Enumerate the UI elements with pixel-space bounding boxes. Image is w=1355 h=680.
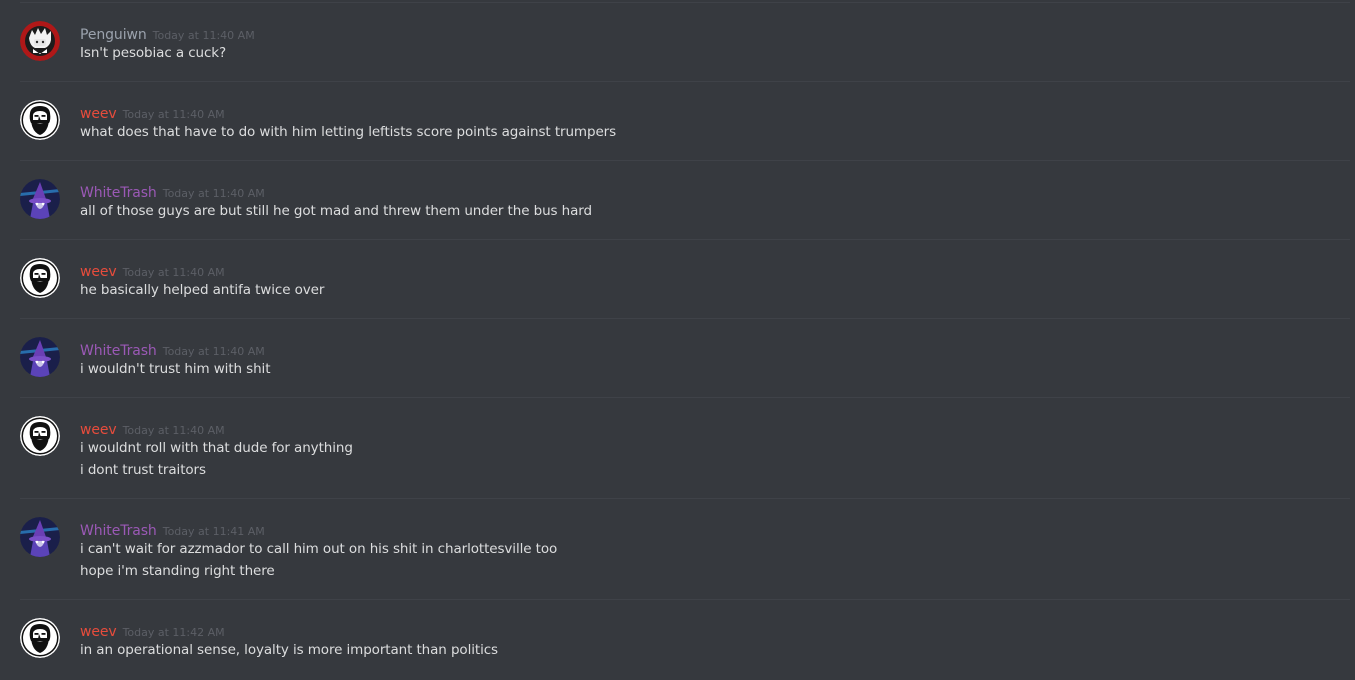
username[interactable]: weev: [80, 624, 117, 640]
timestamp: Today at 11:40 AM: [162, 345, 265, 358]
message-group: weev Today at 11:40 AM what does that have…: [20, 81, 1350, 160]
message-header: WhiteTrash Today at 11:41 AM: [80, 520, 265, 539]
message-group: weev Today at 11:40 AM he basically helped…: [20, 239, 1350, 318]
timestamp: Today at 11:40 AM: [122, 108, 225, 121]
message-group: Penguiwn Today at 11:40 AM Isn't pesobiac …: [20, 2, 1350, 81]
bearded-face-avatar-icon[interactable]: [20, 416, 60, 456]
message-text: i can't wait for azzmador to call him ou…: [80, 541, 558, 557]
message-text: what does that have to do with him letti…: [80, 124, 617, 140]
timestamp: Today at 11:42 AM: [122, 626, 225, 639]
message-text: in an operational sense, loyalty is more…: [80, 642, 498, 658]
red-ring-avatar-icon[interactable]: [20, 21, 60, 61]
message-text: Isn't pesobiac a cuck?: [80, 45, 227, 61]
timestamp: Today at 11:40 AM: [122, 424, 225, 437]
timestamp: Today at 11:40 AM: [122, 266, 225, 279]
message-group: weev Today at 11:42 AM in an operational s…: [20, 599, 1350, 680]
message-text: i dont trust traitors: [80, 462, 206, 478]
message-header: weev Today at 11:40 AM: [80, 261, 225, 280]
message-text: i wouldn't trust him with shit: [80, 361, 271, 377]
bearded-face-avatar-icon[interactable]: [20, 100, 60, 140]
username[interactable]: WhiteTrash: [80, 523, 157, 539]
message-header: WhiteTrash Today at 11:40 AM: [80, 182, 265, 201]
message-text: all of those guys are but still he got m…: [80, 203, 592, 219]
message-group: weev Today at 11:40 AM i wouldnt roll with…: [20, 397, 1350, 498]
username[interactable]: weev: [80, 422, 117, 438]
username[interactable]: WhiteTrash: [80, 185, 157, 201]
bearded-face-avatar-icon[interactable]: [20, 618, 60, 658]
message-group: WhiteTrash Today at 11:41 AM i can't wait …: [20, 498, 1350, 599]
username[interactable]: Penguiwn: [80, 27, 147, 43]
timestamp: Today at 11:41 AM: [162, 525, 265, 538]
username[interactable]: weev: [80, 264, 117, 280]
message-group: WhiteTrash Today at 11:40 AM i wouldn't tr…: [20, 318, 1350, 397]
message-group: WhiteTrash Today at 11:40 AM all of those …: [20, 160, 1350, 239]
username[interactable]: WhiteTrash: [80, 343, 157, 359]
message-text: hope i'm standing right there: [80, 563, 275, 579]
purple-wizard-avatar-icon[interactable]: [20, 517, 60, 557]
message-text: i wouldnt roll with that dude for anythi…: [80, 440, 353, 456]
message-header: weev Today at 11:40 AM: [80, 103, 225, 122]
username[interactable]: weev: [80, 106, 117, 122]
purple-wizard-avatar-icon[interactable]: [20, 337, 60, 377]
message-header: Penguiwn Today at 11:40 AM: [80, 24, 255, 43]
timestamp: Today at 11:40 AM: [152, 29, 255, 42]
bearded-face-avatar-icon[interactable]: [20, 258, 60, 298]
message-header: weev Today at 11:40 AM: [80, 419, 225, 438]
purple-wizard-avatar-icon[interactable]: [20, 179, 60, 219]
message-header: WhiteTrash Today at 11:40 AM: [80, 340, 265, 359]
message-header: weev Today at 11:42 AM: [80, 621, 225, 640]
message-list: Penguiwn Today at 11:40 AM Isn't pesobiac …: [0, 0, 1355, 680]
timestamp: Today at 11:40 AM: [162, 187, 265, 200]
message-text: he basically helped antifa twice over: [80, 282, 325, 298]
